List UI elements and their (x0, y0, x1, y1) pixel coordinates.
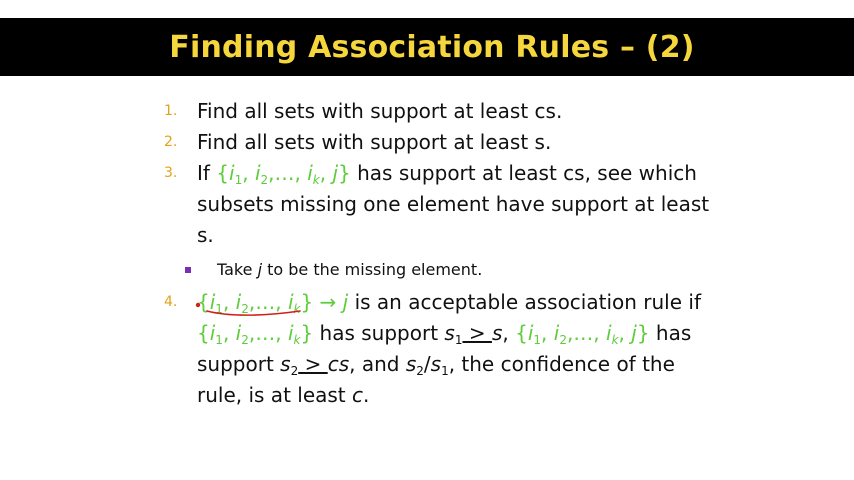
slide-title: Finding Association Rules – (2) (169, 29, 695, 65)
sub-bullet: Take j to be the missing element. (162, 259, 722, 281)
item-number: 4. (164, 294, 178, 310)
slide-content: 1. Find all sets with support at least c… (162, 96, 722, 411)
item-number: 2. (164, 134, 178, 150)
title-bar: Finding Association Rules – (2) (0, 18, 854, 76)
list-item-2: 2. Find all sets with support at least s… (162, 127, 722, 158)
item-text: If (197, 161, 217, 185)
item-text: Find all sets with support at least s. (197, 130, 552, 154)
list-item-3: 3. If {i1, i2,…, ik, j} has support at l… (162, 158, 722, 251)
item-number: 1. (164, 103, 178, 119)
list-item-1: 1. Find all sets with support at least c… (162, 96, 722, 127)
list-item-4: 4. {i1, i2,…, ik} → j is an acceptable a… (162, 287, 722, 411)
itemset-full-2: {i1, i2,…, ik, j} (515, 321, 650, 347)
item-number: 3. (164, 165, 178, 181)
itemset-antecedent: {i1, i2,…, ik} → j (197, 290, 349, 316)
itemset-full: {i1, i2,…, ik, j} (216, 161, 351, 187)
square-bullet-icon (185, 267, 191, 273)
item-text: Find all sets with support at least cs. (197, 99, 563, 123)
itemset-antecedent-2: {i1, i2,…, ik} (197, 321, 314, 347)
